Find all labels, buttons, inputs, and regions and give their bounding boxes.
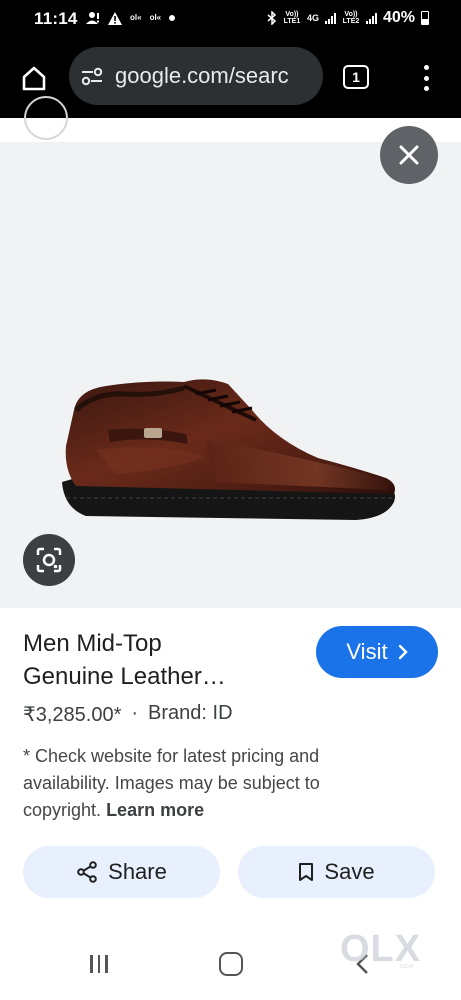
save-label: Save (324, 859, 375, 884)
partial-thumbnail (24, 96, 68, 140)
site-settings-icon[interactable] (81, 66, 103, 86)
warning-icon (108, 11, 122, 25)
battery-percent: 40% (382, 9, 415, 26)
product-title: Men Mid-Top Genuine Leather… (23, 627, 303, 693)
status-time: 11:14 (34, 9, 78, 28)
url-text[interactable]: google.com/searc (115, 63, 289, 89)
signal-indicator-icon: ol« (130, 13, 142, 22)
price: ₹3,285.00* (23, 704, 122, 726)
volte-lte2-icon: Vo)) LTE2 (342, 11, 360, 25)
share-button[interactable]: Share (23, 846, 220, 898)
visit-label: Visit (346, 639, 388, 664)
bookmark-icon (299, 863, 314, 881)
notification-icons: ol« ol« (86, 11, 176, 25)
system-icons: Vo)) LTE1 4G Vo)) LTE2 40% (267, 9, 429, 27)
price-row: ₹3,285.00* · Brand: ID (23, 702, 233, 727)
battery-icon (421, 11, 429, 25)
close-button[interactable] (380, 126, 438, 184)
bluetooth-icon (267, 11, 277, 25)
person-alert-icon (86, 11, 100, 25)
more-menu-icon[interactable] (416, 62, 436, 94)
product-title-line1: Men Mid-Top (23, 630, 162, 657)
share-label: Share (108, 859, 167, 884)
recent-apps-icon[interactable] (90, 955, 108, 973)
4g-icon: 4G (306, 12, 319, 23)
share-icon (77, 861, 97, 883)
volte-lte1-icon: Vo)) LTE1 (283, 11, 301, 25)
learn-more-link[interactable]: Learn more (106, 800, 204, 820)
visit-button[interactable]: Visit (316, 626, 438, 678)
olx-watermark: OLX INDIA (340, 928, 432, 970)
google-lens-button[interactable] (23, 534, 75, 586)
watermark-sub: INDIA (400, 964, 414, 970)
dot-icon (169, 15, 176, 21)
close-icon (399, 145, 419, 165)
address-bar[interactable]: google.com/searc (69, 47, 323, 105)
home-button[interactable] (14, 58, 54, 98)
disclaimer: * Check website for latest pricing and a… (23, 743, 368, 824)
browser-toolbar: google.com/searc 1 (0, 38, 461, 118)
signal-bars-icon (365, 12, 377, 24)
google-lens-icon (36, 547, 62, 573)
product-image[interactable] (0, 142, 461, 608)
tabs-icon[interactable]: 1 (343, 65, 369, 89)
home-button-icon[interactable] (219, 952, 243, 976)
home-icon (22, 66, 46, 91)
shoe-image (62, 379, 395, 520)
save-button[interactable]: Save (238, 846, 435, 898)
separator: · (131, 702, 139, 724)
chevron-right-icon (398, 644, 408, 660)
brand: Brand: ID (148, 702, 233, 724)
signal-bars-icon (324, 12, 336, 24)
signal-indicator-icon: ol« (149, 13, 162, 22)
status-bar: 11:14 ol« ol« Vo)) LTE1 4G Vo)) LTE2 40% (0, 0, 461, 38)
product-title-line2: Genuine Leather… (23, 663, 226, 690)
